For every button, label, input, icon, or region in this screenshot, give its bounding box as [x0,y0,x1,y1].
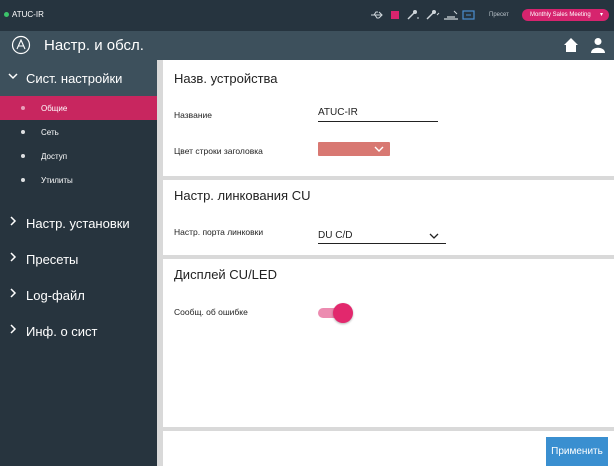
sidebar-group-label: Сист. настройки [26,71,123,86]
home-icon[interactable] [563,37,579,53]
device-name-panel: Назв. устройства Название ATUC-IR Цвет с… [163,60,614,176]
sidebar-group-presets[interactable]: Пресеты [0,241,157,277]
device-name: ATUC-IR [12,10,44,19]
link-port-select[interactable]: DU C/D [318,228,446,244]
chevron-down-icon [374,146,384,152]
chevron-right-icon [10,252,17,262]
sidebar-group-label: Инф. о сист [26,324,98,339]
preset-label: Пресет [489,12,509,18]
bullet-icon [21,106,25,110]
bullet-icon [21,178,25,182]
sidebar-group-label: Настр. установки [26,216,130,231]
preset-selector[interactable]: Monthly Sales Meeting ▾ [522,9,609,21]
page-title: Настр. и обсл. [44,37,144,54]
sidebar-item-general[interactable]: Общие [0,96,157,120]
sidebar-item-label: Утилиты [41,176,73,185]
section-title: Дисплей CU/LED [174,267,277,282]
chevron-right-icon [10,324,17,334]
status-bar: ATUC-IR Пресет Monthly Sales Meeting ▾ [0,0,614,31]
sidebar: Сист. настройки Общие Сеть Доступ Утилит… [0,60,157,466]
sidebar-group-log[interactable]: Log-файл [0,277,157,313]
section-title: Назв. устройства [174,71,278,86]
main-content: Назв. устройства Название ATUC-IR Цвет с… [157,60,614,466]
connection-status-icon [4,12,9,17]
sidebar-group-system-settings[interactable]: Сист. настройки [0,60,157,96]
cu-link-panel: Настр. линкования CU Настр. порта линков… [163,180,614,255]
bullet-icon [21,130,25,134]
chevron-down-icon [8,73,18,80]
mic-low-icon [407,10,419,20]
sidebar-group-setup[interactable]: Настр. установки [0,205,157,241]
record-icon [391,11,399,19]
preset-value: Monthly Sales Meeting [530,12,591,18]
sidebar-item-label: Доступ [41,152,68,161]
user-icon[interactable] [591,37,605,53]
sidebar-item-utilities[interactable]: Утилиты [0,168,157,192]
usb-icon [371,11,383,19]
error-message-label: Сообщ. об ошибке [174,307,248,317]
apply-button[interactable]: Применить [546,437,608,466]
chevron-down-icon [429,233,439,239]
chevron-right-icon [10,288,17,298]
logo-icon [11,35,31,55]
sidebar-item-label: Общие [41,104,68,113]
cu-led-display-panel: Дисплей CU/LED Сообщ. об ошибке [163,259,614,427]
name-label: Название [174,110,212,120]
section-title: Настр. линкования CU [174,188,311,203]
device-name-field[interactable]: ATUC-IR [318,107,438,122]
sidebar-group-label: Log-файл [26,288,85,303]
sidebar-item-label: Сеть [41,128,59,137]
toggle-knob [333,303,353,323]
chevron-right-icon [10,216,17,226]
link-port-value: DU C/D [318,230,353,241]
title-bar-color-label: Цвет строки заголовка [174,146,263,156]
network-icon [444,10,458,20]
sidebar-group-label: Пресеты [26,252,79,267]
bullet-icon [21,154,25,158]
sidebar-group-system-info[interactable]: Инф. о сист [0,313,157,349]
link-port-label: Настр. порта линковки [174,227,264,237]
chevron-down-icon: ▾ [599,12,603,18]
sidebar-item-access[interactable]: Доступ [0,144,157,168]
sidebar-item-network[interactable]: Сеть [0,120,157,144]
error-message-toggle[interactable] [318,303,354,323]
mic-high-icon [426,10,440,20]
display-icon [462,10,475,20]
app-header: Настр. и обсл. [0,31,614,60]
title-bar-color-select[interactable] [318,142,390,156]
